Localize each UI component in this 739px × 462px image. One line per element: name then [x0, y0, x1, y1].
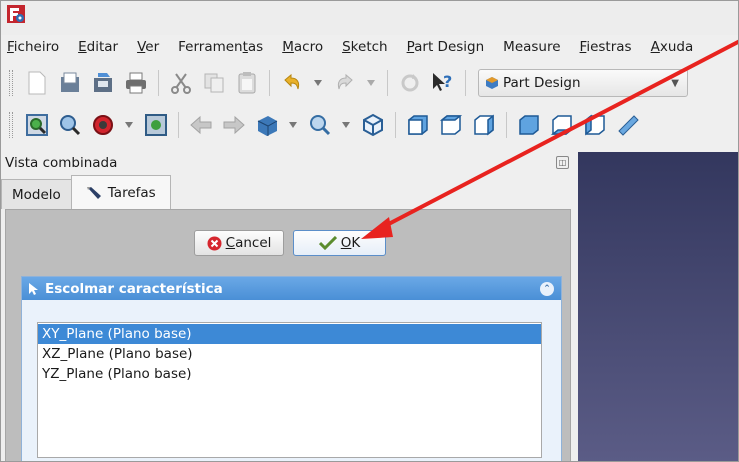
- toolbar-separator: [158, 70, 159, 96]
- select-feature-header: Escolmar característica ⌃: [22, 277, 561, 300]
- toolbar-separator: [269, 70, 270, 96]
- menu-bar: Ficheiro Editar Ver Ferramentas Macro Sk…: [1, 35, 738, 59]
- toolbar-separator: [387, 70, 388, 96]
- measure-icon[interactable]: [614, 111, 642, 139]
- menu-axuda[interactable]: Axuda: [639, 39, 701, 55]
- undo-icon[interactable]: [278, 69, 306, 97]
- isometric-view-icon[interactable]: [359, 111, 387, 139]
- menu-ficheiro[interactable]: Ficheiro: [5, 39, 66, 55]
- list-item[interactable]: XZ_Plane (Plano base): [38, 344, 541, 364]
- fit-selection-icon[interactable]: [56, 111, 84, 139]
- fit-all-icon[interactable]: [23, 111, 51, 139]
- draw-style-dropdown-icon[interactable]: [122, 111, 136, 139]
- collapse-icon[interactable]: ⌃: [540, 281, 554, 296]
- copy-icon[interactable]: [200, 69, 228, 97]
- menu-measure[interactable]: Measure: [491, 39, 567, 55]
- undo-dropdown-icon[interactable]: [311, 69, 325, 97]
- menu-macro[interactable]: Macro: [270, 39, 330, 55]
- new-document-icon[interactable]: [23, 69, 51, 97]
- list-item[interactable]: XY_Plane (Plano base): [38, 324, 541, 344]
- chevron-down-icon: ▼: [671, 77, 679, 89]
- tab-modelo[interactable]: Modelo: [1, 179, 72, 209]
- top-view-icon[interactable]: [437, 111, 465, 139]
- combo-view-header: Vista combinada: [1, 152, 576, 174]
- cancel-button[interactable]: Cancel: [194, 230, 284, 256]
- rear-view-icon[interactable]: [515, 111, 543, 139]
- draw-style-icon[interactable]: [89, 111, 117, 139]
- whats-this-icon[interactable]: ?: [429, 69, 457, 97]
- workbench-selector[interactable]: Part Design ▼: [478, 69, 688, 97]
- menu-sketch[interactable]: Sketch: [330, 39, 395, 55]
- toolbar-grip[interactable]: [9, 70, 13, 96]
- tab-label: Modelo: [12, 186, 61, 203]
- 3d-view[interactable]: [578, 152, 738, 461]
- left-view-icon[interactable]: [581, 111, 609, 139]
- menu-ferramentas[interactable]: Ferramentas: [166, 39, 270, 55]
- bounding-box-icon[interactable]: [142, 111, 170, 139]
- open-document-icon[interactable]: [56, 69, 84, 97]
- task-panel: Cancel OK Escolmar característica ⌃ XY_P…: [5, 209, 571, 461]
- undock-icon[interactable]: ◫: [556, 156, 569, 169]
- select-feature-body: XY_Plane (Plano base) XZ_Plane (Plano ba…: [22, 300, 561, 461]
- tasks-pencil-icon: [86, 186, 101, 199]
- ok-check-icon: [318, 236, 337, 250]
- back-arrow-icon[interactable]: [187, 111, 215, 139]
- menu-fiestras[interactable]: Fiestras: [568, 39, 639, 55]
- cancel-icon: [207, 236, 222, 250]
- workbench-label: Part Design: [503, 75, 581, 91]
- print-icon[interactable]: [122, 69, 150, 97]
- part-design-icon: [486, 77, 498, 89]
- toolbar-separator: [178, 112, 179, 138]
- menu-ver[interactable]: Ver: [125, 39, 166, 55]
- title-bar: [1, 1, 738, 35]
- cut-icon[interactable]: [167, 69, 195, 97]
- redo-icon[interactable]: [331, 69, 359, 97]
- cursor-icon: [29, 282, 38, 295]
- toolbar-separator: [395, 112, 396, 138]
- zoom-icon[interactable]: [306, 111, 334, 139]
- menu-editar[interactable]: Editar: [66, 39, 125, 55]
- freecad-window: Ficheiro Editar Ver Ferramentas Macro Sk…: [0, 0, 739, 462]
- combo-view-title: Vista combinada: [5, 155, 118, 171]
- refresh-icon[interactable]: [396, 69, 424, 97]
- view-toolbar: [1, 105, 738, 145]
- toolbar-grip[interactable]: [9, 112, 13, 138]
- svg-text:?: ?: [443, 72, 452, 91]
- front-view-icon[interactable]: [404, 111, 432, 139]
- ok-button[interactable]: OK: [293, 230, 386, 256]
- right-view-icon[interactable]: [470, 111, 498, 139]
- combo-view-tabs: Modelo Tarefas: [1, 175, 576, 209]
- zoom-dropdown-icon[interactable]: [339, 111, 353, 139]
- save-icon[interactable]: [89, 69, 117, 97]
- paste-icon[interactable]: [233, 69, 261, 97]
- menu-part-design[interactable]: Part Design: [395, 39, 492, 55]
- file-toolbar: ? Part Design ▼: [1, 63, 738, 103]
- select-feature-panel: Escolmar característica ⌃ XY_Plane (Plan…: [21, 276, 562, 461]
- select-feature-title: Escolmar característica: [45, 280, 223, 297]
- forward-arrow-icon[interactable]: [220, 111, 248, 139]
- bottom-view-icon[interactable]: [548, 111, 576, 139]
- std-views-dropdown-icon[interactable]: [286, 111, 300, 139]
- toolbar-separator: [506, 112, 507, 138]
- toolbar-separator: [465, 70, 466, 96]
- tab-label: Tarefas: [107, 184, 156, 201]
- redo-dropdown-icon[interactable]: [364, 69, 378, 97]
- feature-list[interactable]: XY_Plane (Plano base) XZ_Plane (Plano ba…: [37, 322, 542, 458]
- list-item[interactable]: YZ_Plane (Plano base): [38, 364, 541, 384]
- tab-tarefas[interactable]: Tarefas: [70, 175, 171, 209]
- std-views-icon[interactable]: [253, 111, 281, 139]
- freecad-logo-icon: [7, 5, 25, 23]
